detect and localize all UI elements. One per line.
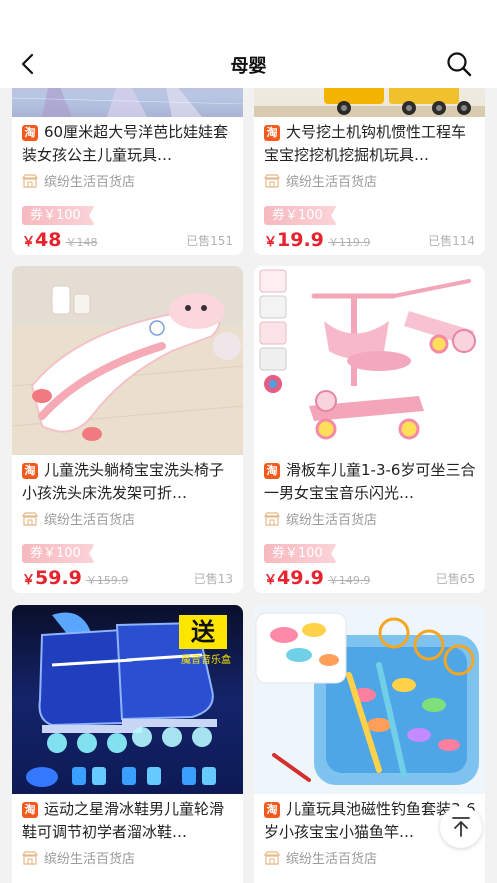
product-image-hair-wash-chair[interactable] [12,266,243,455]
price-row: ￥19.9 ￥119.9 已售114 [264,227,475,251]
price-value: 49.9 [277,567,324,589]
coupon-tag[interactable]: 券￥100 [264,206,337,225]
taobao-badge: 淘 [22,802,38,818]
price-row: ￥49.9 ￥149.9 已售65 [264,565,475,589]
price-value: 48 [35,229,62,251]
product-title[interactable]: 淘运动之星滑冰鞋男儿童轮滑鞋可调节初学者溜冰鞋… [22,798,237,844]
original-price: ￥159.9 [85,574,129,587]
product-image-excavator[interactable] [254,88,485,117]
promo-gift-subtext: 魔音音乐盒 [181,655,231,666]
shop-name-text: 缤纷生活百货店 [286,175,378,190]
product-title-text: 运动之星滑冰鞋男儿童轮滑鞋可调节初学者溜冰鞋… [22,800,225,841]
shop-name-text: 缤纷生活百货店 [44,175,136,190]
search-button[interactable] [445,50,473,78]
shop-name-text: 缤纷生活百货店 [44,513,136,528]
product-card[interactable]: 淘大号挖土机钩机惯性工程车宝宝挖挖机挖掘机玩具… 缤纷生活百货店 券￥100 ￥… [254,88,485,255]
sold-count: 已售114 [428,234,475,248]
shop-icon [264,851,280,865]
kids-scooter-image [259,269,476,440]
shop-name[interactable]: 缤纷生活百货店 [264,851,377,869]
product-image-fishing-toy[interactable] [254,605,485,794]
arrow-up-icon [452,817,470,837]
shop-name-text: 缤纷生活百货店 [286,513,378,528]
current-price: ￥48 ￥148 [22,229,97,251]
top-navigation-bar: 母婴 [0,0,497,88]
coupon-text: 券￥100 [272,208,323,223]
shop-icon [22,512,38,526]
taobao-badge: 淘 [264,802,280,818]
page-title: 母婴 [230,56,267,77]
shop-name[interactable]: 缤纷生活百货店 [22,174,135,192]
shop-icon [22,851,38,865]
coupon-text: 券￥100 [30,546,81,561]
product-grid: 淘 60厘米超大号洋芭比娃娃套装女孩公主儿童玩具… 缤纷生活百货店 券￥100 ￥… [0,88,497,883]
taobao-badge: 淘 [264,463,280,479]
current-price: ￥59.9 ￥159.9 [22,567,128,589]
coupon-tag[interactable]: 券￥100 [22,544,95,563]
product-image-kids-scooter[interactable] [254,266,485,455]
promo-gift-label: 送 [179,615,227,649]
product-title-text: 60厘米超大号洋芭比娃娃套装女孩公主儿童玩具… [22,123,229,164]
excavator-toy-image [254,88,485,117]
shop-name-text: 缤纷生活百货店 [286,852,378,867]
original-price: ￥119.9 [327,236,371,249]
product-title-text: 滑板车儿童1-3-6岁可坐三合一男女宝宝音乐闪光… [264,461,476,502]
sold-count: 已售13 [193,572,233,586]
shop-name-text: 缤纷生活百货店 [44,852,136,867]
currency-symbol: ￥ [264,235,278,250]
barbie-doll-image [12,88,243,117]
product-title[interactable]: 淘大号挖土机钩机惯性工程车宝宝挖挖机挖掘机玩具… [264,121,479,167]
product-image-barbie-doll[interactable] [12,88,243,117]
sold-count: 已售65 [435,572,475,586]
taobao-badge: 淘 [264,125,280,141]
hair-wash-chair-image [12,266,243,455]
product-title[interactable]: 淘 60厘米超大号洋芭比娃娃套装女孩公主儿童玩具… [22,121,237,167]
current-price: ￥49.9 ￥149.9 [264,567,370,589]
product-title[interactable]: 淘滑板车儿童1-3-6岁可坐三合一男女宝宝音乐闪光… [264,459,479,505]
product-card[interactable]: 淘滑板车儿童1-3-6岁可坐三合一男女宝宝音乐闪光… 缤纷生活百货店 券￥100… [254,266,485,593]
product-title[interactable]: 淘儿童洗头躺椅宝宝洗头椅子小孩洗头床洗发架可折… [22,459,237,505]
product-card[interactable]: 送 魔音音乐盒 淘运动之星滑冰鞋男儿童轮滑鞋可调节初学者溜冰鞋… 缤纷生活百货店 [12,605,243,883]
shop-name[interactable]: 缤纷生活百货店 [264,174,377,192]
original-price: ￥148 [65,236,98,249]
shop-icon [264,174,280,188]
currency-symbol: ￥ [22,573,36,588]
price-value: 59.9 [35,567,82,589]
back-to-top-button[interactable] [440,806,482,848]
coupon-text: 券￥100 [30,208,81,223]
price-value: 19.9 [277,229,324,251]
product-card[interactable]: 淘 60厘米超大号洋芭比娃娃套装女孩公主儿童玩具… 缤纷生活百货店 券￥100 ￥… [12,88,243,255]
shop-icon [22,174,38,188]
shop-name[interactable]: 缤纷生活百货店 [264,512,377,530]
coupon-tag[interactable]: 券￥100 [22,206,95,225]
sold-count: 已售151 [186,234,233,248]
shop-icon [264,512,280,526]
taobao-badge: 淘 [22,463,38,479]
price-row: ￥59.9 ￥159.9 已售13 [22,565,233,589]
currency-symbol: ￥ [264,573,278,588]
taobao-badge: 淘 [22,125,38,141]
product-card[interactable]: 淘儿童洗头躺椅宝宝洗头椅子小孩洗头床洗发架可折… 缤纷生活百货店 券￥100 ￥… [12,266,243,593]
shop-name[interactable]: 缤纷生活百货店 [22,851,135,869]
original-price: ￥149.9 [327,574,371,587]
fishing-toy-pool-image [255,612,479,785]
price-row: ￥48 ￥148 已售151 [22,227,233,251]
product-image-roller-skates[interactable]: 送 魔音音乐盒 [12,605,243,794]
coupon-text: 券￥100 [272,546,323,561]
currency-symbol: ￥ [22,235,36,250]
product-title-text: 大号挖土机钩机惯性工程车宝宝挖挖机挖掘机玩具… [264,123,467,164]
search-icon [447,52,472,77]
current-price: ￥19.9 ￥119.9 [264,229,370,251]
coupon-tag[interactable]: 券￥100 [264,544,337,563]
product-title-text: 儿童洗头躺椅宝宝洗头椅子小孩洗头床洗发架可折… [22,461,225,502]
shop-name[interactable]: 缤纷生活百货店 [22,512,135,530]
